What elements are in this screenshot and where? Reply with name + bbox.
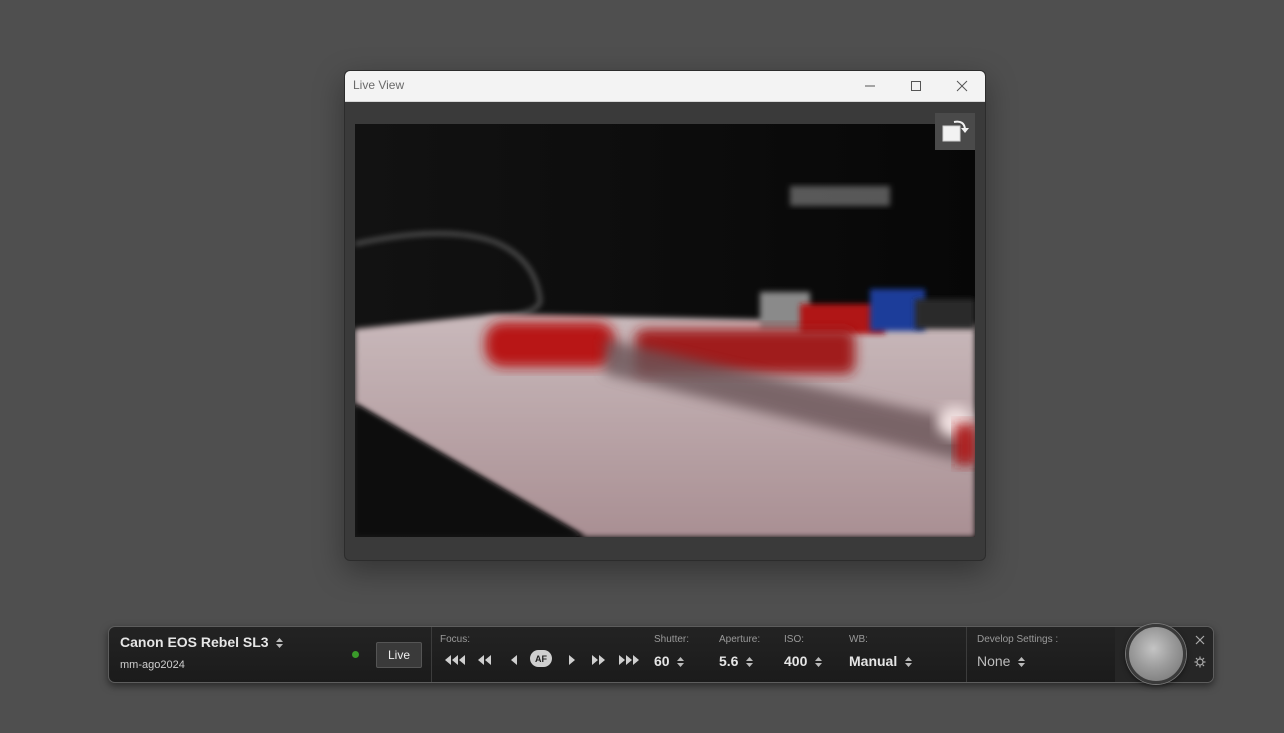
maximize-button[interactable] <box>893 71 939 101</box>
focus-near-large-button[interactable] <box>619 652 641 668</box>
aperture-label: Aperture: <box>719 634 761 645</box>
close-bar-button[interactable] <box>1195 630 1205 649</box>
focus-far-medium-button[interactable] <box>478 652 494 668</box>
double-right-arrow-icon <box>592 655 605 665</box>
right-arrow-icon <box>569 655 575 665</box>
rotate-icon <box>942 120 969 141</box>
triple-right-arrow-icon <box>619 655 639 665</box>
wb-selector[interactable]: Manual <box>849 653 913 669</box>
shutter-label: Shutter: <box>654 634 690 645</box>
aperture-selector[interactable]: 5.6 <box>719 653 754 669</box>
left-arrow-icon <box>511 655 517 665</box>
maximize-icon <box>911 81 921 91</box>
close-button[interactable] <box>939 71 985 101</box>
live-preview-image <box>355 124 975 537</box>
minimize-icon <box>865 85 875 87</box>
gear-icon <box>1194 656 1206 668</box>
iso-label: ISO: <box>784 634 805 645</box>
sort-arrows-icon <box>905 657 913 668</box>
settings-button[interactable] <box>1194 653 1206 672</box>
camera-selector[interactable]: Canon EOS Rebel SL3 <box>120 634 284 650</box>
shutter-release-button[interactable] <box>1126 624 1186 684</box>
wb-label: WB: <box>849 634 868 645</box>
sort-arrows-icon <box>276 638 284 649</box>
camera-control-bar: Canon EOS Rebel SL3 mm-ago2024 Live Focu… <box>108 624 1214 684</box>
wb-value: Manual <box>849 653 898 669</box>
focus-near-small-button[interactable] <box>566 652 576 668</box>
session-name: mm-ago2024 <box>120 659 185 671</box>
develop-settings-selector[interactable]: None <box>977 653 1026 669</box>
sort-arrows-icon <box>1018 657 1026 668</box>
develop-settings-value: None <box>977 653 1011 669</box>
close-icon <box>1195 635 1205 645</box>
triple-left-arrow-icon <box>445 655 465 665</box>
sort-arrows-icon <box>677 657 685 668</box>
iso-value: 400 <box>784 653 808 669</box>
divider <box>431 627 432 682</box>
focus-far-small-button[interactable] <box>510 652 520 668</box>
double-left-arrow-icon <box>478 655 491 665</box>
focus-near-medium-button[interactable] <box>592 652 608 668</box>
live-view-window: Live View <box>344 70 986 561</box>
rotate-button[interactable] <box>935 113 975 150</box>
divider <box>966 627 967 682</box>
live-button[interactable]: Live <box>376 642 422 668</box>
connection-status-indicator <box>352 651 359 658</box>
develop-settings-label: Develop Settings : <box>977 634 1059 645</box>
shutter-selector[interactable]: 60 <box>654 653 685 669</box>
sort-arrows-icon <box>746 657 754 668</box>
close-icon <box>956 80 968 92</box>
focus-label: Focus: <box>440 634 471 645</box>
aperture-value: 5.6 <box>719 653 739 669</box>
iso-selector[interactable]: 400 <box>784 653 823 669</box>
title-bar[interactable]: Live View <box>345 71 985 102</box>
minimize-button[interactable] <box>847 71 893 101</box>
shutter-value: 60 <box>654 653 670 669</box>
focus-far-large-button[interactable] <box>445 652 467 668</box>
sort-arrows-icon <box>815 657 823 668</box>
window-title: Live View <box>353 78 405 92</box>
autofocus-button[interactable]: AF <box>530 650 552 667</box>
camera-name: Canon EOS Rebel SL3 <box>120 634 269 650</box>
